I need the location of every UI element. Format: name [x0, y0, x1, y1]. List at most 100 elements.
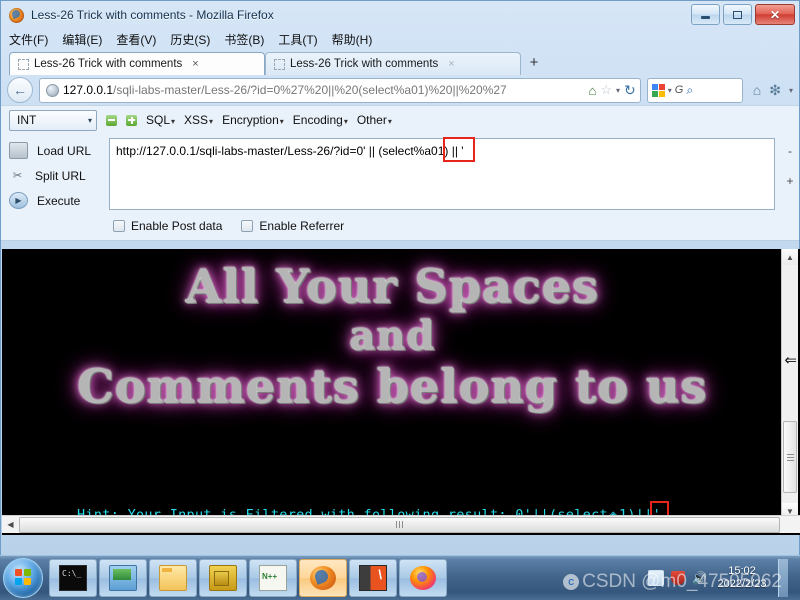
horizontal-scroll-thumb[interactable] [19, 516, 780, 533]
url-path: /sqli-labs-master/Less-26/?id=0%27%20||%… [113, 83, 507, 97]
add-tab-button[interactable] [126, 114, 137, 126]
enable-referrer-checkbox[interactable]: Enable Referrer [241, 219, 344, 233]
taskbar-clock[interactable]: 15:02 2022/2/23 [713, 565, 771, 591]
menu-item-file[interactable]: 文件(F) [9, 31, 48, 48]
hackbar-menu-encoding-label: Encoding [292, 113, 343, 127]
enable-post-data-checkbox[interactable]: Enable Post data [113, 219, 222, 233]
banner-line-1: All Your Spaces [185, 259, 599, 313]
split-url-icon: ✂ [12, 170, 23, 182]
tab-favicon-icon [274, 58, 285, 70]
chevron-down-icon[interactable]: ▾ [668, 86, 672, 95]
network-icon[interactable] [648, 570, 664, 586]
taskbar-item-command-prompt[interactable] [49, 559, 97, 597]
firefox-window: Less-26 Trick with comments - Mozilla Fi… [0, 0, 800, 556]
back-button[interactable]: ← [7, 77, 33, 103]
vertical-scrollbar[interactable]: ▲ ▼ [781, 249, 798, 519]
volume-icon[interactable]: 🔊 [692, 571, 707, 585]
search-box[interactable]: ▾ G ⌕ [646, 77, 743, 103]
back-arrow-icon: ← [13, 82, 27, 98]
hackbar-menu-encryption[interactable]: Encryption▾ [222, 113, 284, 127]
menu-bar: 文件(F) 编辑(E) 查看(V) 历史(S) 书签(B) 工具(T) 帮助(H… [1, 29, 799, 49]
menu-item-bookmarks[interactable]: 书签(B) [224, 31, 264, 48]
reload-icon[interactable]: ↻ [624, 82, 636, 99]
overflow-menu-icon[interactable]: ▾ [789, 86, 793, 95]
show-desktop-button[interactable] [778, 559, 788, 597]
hackbar-menu-row: INT ▾ SQL▾ XSS▾ Encryption▾ Encoding▾ Ot… [1, 106, 799, 134]
chevron-down-icon: ▾ [209, 117, 214, 126]
tab-label: Less-26 Trick with comments [34, 58, 183, 70]
new-tab-button[interactable]: + [521, 50, 547, 75]
screen: Less-26 Trick with comments - Mozilla Fi… [0, 0, 800, 600]
globe-icon [46, 83, 59, 97]
grip-icon [395, 521, 404, 528]
hackbar-textarea-wrap: http://127.0.0.1/sqli-labs-master/Less-2… [109, 137, 781, 213]
security-shield-icon[interactable] [671, 571, 685, 585]
firefox-icon [9, 7, 24, 23]
taskbar-item-remote-desktop[interactable] [99, 559, 147, 597]
hackbar-menu-xss-label: XSS [184, 113, 209, 127]
hackbar-menu-encryption-label: Encryption [222, 113, 279, 127]
tab-label: Less-26 Trick with comments [290, 58, 439, 70]
execute-label: Execute [37, 193, 81, 208]
minimize-button[interactable] [691, 4, 720, 25]
zoom-in-button[interactable]: + [786, 174, 793, 188]
maximize-button[interactable] [723, 4, 752, 25]
menu-item-tools[interactable]: 工具(T) [278, 31, 317, 48]
page-content: All Your Spaces and Comments belong to u… [2, 249, 800, 535]
notepad-plus-plus-icon [259, 565, 287, 591]
close-icon: ✕ [769, 7, 781, 22]
taskbar-item-burp-suite[interactable] [349, 559, 397, 597]
hackbar-menu-sql[interactable]: SQL▾ [146, 113, 175, 127]
clock-date: 2022/2/23 [717, 578, 767, 590]
remove-tab-button[interactable] [106, 114, 117, 126]
hackbar-type-select[interactable]: INT ▾ [9, 109, 97, 131]
chevron-down-icon[interactable]: ▾ [616, 86, 620, 95]
horizontal-scrollbar[interactable]: ◀ [2, 515, 800, 533]
banner-line-3: Comments belong to us [76, 359, 707, 413]
taskbar-items [49, 559, 447, 597]
home-button-icon[interactable]: ⌂ [753, 82, 761, 98]
hackbar-zoom-controls: - + [781, 138, 799, 213]
load-url-button[interactable]: Load URL [9, 138, 109, 163]
split-url-button[interactable]: ✂ Split URL [9, 163, 109, 188]
taskbar-item-firefox-quantum[interactable] [399, 559, 447, 597]
taskbar-item-database[interactable] [199, 559, 247, 597]
start-button[interactable] [3, 558, 43, 598]
hackbar-type-value: INT [17, 113, 37, 127]
tab-favicon-icon [18, 58, 29, 70]
page-banner: All Your Spaces and Comments belong to u… [2, 261, 782, 411]
checkbox-icon [113, 220, 125, 232]
taskbar-item-firefox[interactable] [299, 559, 347, 597]
google-icon [651, 83, 665, 97]
vertical-scroll-thumb[interactable] [783, 421, 797, 493]
hackbar-menu-xss[interactable]: XSS▾ [184, 113, 213, 127]
home-page-icon[interactable]: ⌂ [589, 83, 597, 98]
menu-item-history[interactable]: 历史(S) [170, 31, 210, 48]
execute-button[interactable]: ▶ Execute [9, 188, 109, 213]
tab-0[interactable]: Less-26 Trick with comments × [9, 52, 265, 75]
navigation-bar: ← 127.0.0.1/sqli-labs-master/Less-26/?id… [1, 75, 799, 105]
tab-1[interactable]: Less-26 Trick with comments × [265, 52, 521, 75]
menu-item-view[interactable]: 查看(V) [116, 31, 156, 48]
hackbar-menu-encoding[interactable]: Encoding▾ [293, 113, 348, 127]
tab-close-icon[interactable]: × [448, 58, 454, 70]
enable-post-data-label: Enable Post data [131, 219, 223, 233]
hackbar-url-textarea[interactable]: http://127.0.0.1/sqli-labs-master/Less-2… [109, 138, 775, 210]
chevron-down-icon: ▾ [87, 115, 92, 125]
scroll-left-button[interactable]: ◀ [2, 520, 19, 529]
tab-close-icon[interactable]: × [192, 58, 198, 70]
scroll-up-button[interactable]: ▲ [782, 249, 798, 265]
close-button[interactable]: ✕ [755, 4, 795, 25]
chevron-down-icon: ▾ [171, 117, 176, 126]
extension-icon[interactable]: ❇ [769, 82, 781, 99]
url-bar[interactable]: 127.0.0.1/sqli-labs-master/Less-26/?id=0… [39, 77, 641, 103]
taskbar-item-notepad-plus-plus[interactable] [249, 559, 297, 597]
menu-item-edit[interactable]: 编辑(E) [62, 31, 102, 48]
taskbar-item-file-explorer[interactable] [149, 559, 197, 597]
hackbar-menu-other[interactable]: Other▾ [357, 113, 392, 127]
zoom-out-button[interactable]: - [788, 144, 792, 158]
menu-item-help[interactable]: 帮助(H) [332, 31, 373, 48]
search-icon[interactable]: ⌕ [686, 83, 693, 98]
taskbar: 🔊 15:02 2022/2/23 C CSDN @m0_47505062 [0, 555, 800, 600]
bookmark-star-icon[interactable]: ☆ [600, 82, 612, 98]
